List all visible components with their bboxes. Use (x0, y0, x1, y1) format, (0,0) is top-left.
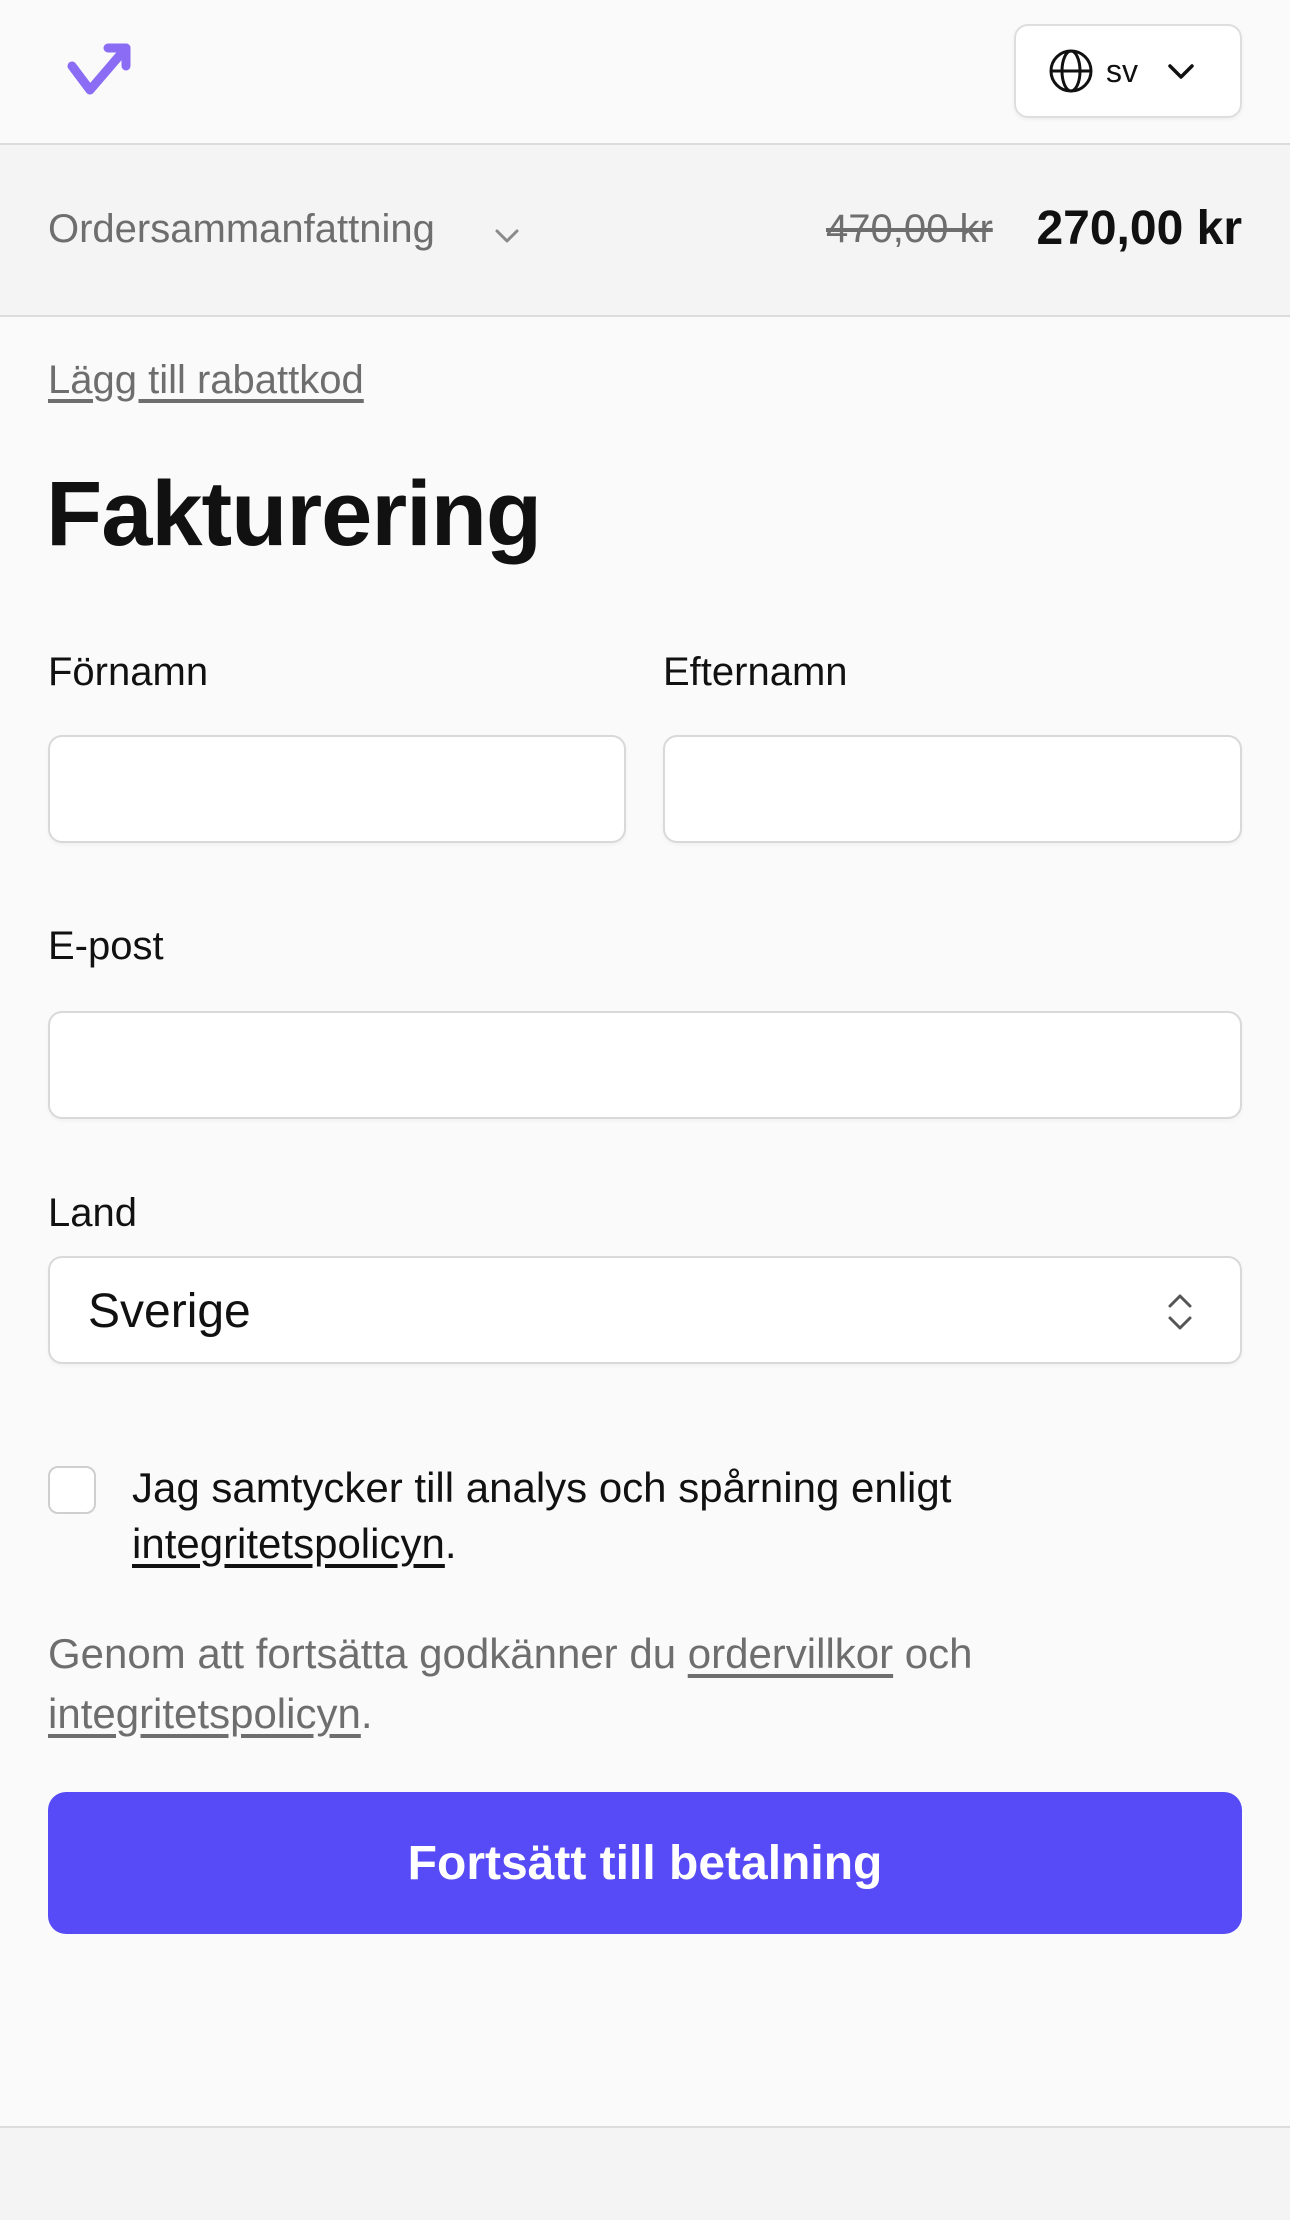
globe-icon (1049, 49, 1093, 93)
up-down-chevron-icon (1168, 1294, 1192, 1330)
consent-privacy-link[interactable]: integritetspolicyn (132, 1520, 445, 1567)
last-name-label: Efternamn (663, 650, 848, 694)
terms-notice: Genom att fortsätta godkänner du ordervi… (48, 1624, 1242, 1744)
discounted-price: 270,00 kr (1036, 202, 1242, 255)
first-name-label: Förnamn (48, 650, 209, 694)
order-summary-label: Ordersammanfattning (48, 207, 435, 251)
top-bar: sv (0, 0, 1290, 145)
privacy-policy-link[interactable]: integritetspolicyn (48, 1690, 361, 1737)
order-terms-link[interactable]: ordervillkor (688, 1630, 893, 1677)
terms-suffix: . (360, 1690, 373, 1737)
original-price: 470,00 kr (826, 207, 993, 251)
first-name-field-wrapper (48, 735, 626, 843)
checkout-page: sv Ordersammanfattning 470,00 kr 270,00 … (0, 0, 1290, 2220)
consent-suffix: . (444, 1520, 457, 1567)
add-discount-code-link[interactable]: Lägg till rabattkod (48, 358, 364, 403)
chevron-down-icon (495, 229, 519, 243)
last-name-field-wrapper (663, 735, 1242, 843)
footer (0, 2126, 1290, 2220)
email-label: E-post (48, 924, 164, 968)
terms-middle: och (904, 1630, 973, 1677)
country-value: Sverige (88, 1285, 251, 1338)
consent-text-body: Jag samtycker till analys och spårning e… (132, 1464, 952, 1511)
first-name-field[interactable] (50, 737, 624, 841)
order-summary-bar[interactable]: Ordersammanfattning 470,00 kr 270,00 kr (0, 145, 1290, 317)
chevron-down-icon (1168, 64, 1194, 79)
country-select[interactable]: Sverige (48, 1256, 1242, 1364)
continue-to-payment-button[interactable]: Fortsätt till betalning (48, 1792, 1242, 1934)
consent-checkbox[interactable] (48, 1466, 96, 1514)
terms-prefix: Genom att fortsätta godkänner du (48, 1630, 677, 1677)
country-label: Land (48, 1191, 137, 1235)
email-field[interactable] (50, 1013, 1240, 1117)
last-name-field[interactable] (665, 737, 1240, 841)
page-title: Fakturering (46, 463, 542, 565)
language-selector[interactable]: sv (1014, 24, 1242, 118)
checkmark-arrow-logo[interactable] (66, 40, 134, 100)
consent-text: Jag samtycker till analys och spårning e… (132, 1460, 1212, 1572)
email-field-wrapper (48, 1011, 1242, 1119)
language-code: sv (1106, 52, 1138, 89)
